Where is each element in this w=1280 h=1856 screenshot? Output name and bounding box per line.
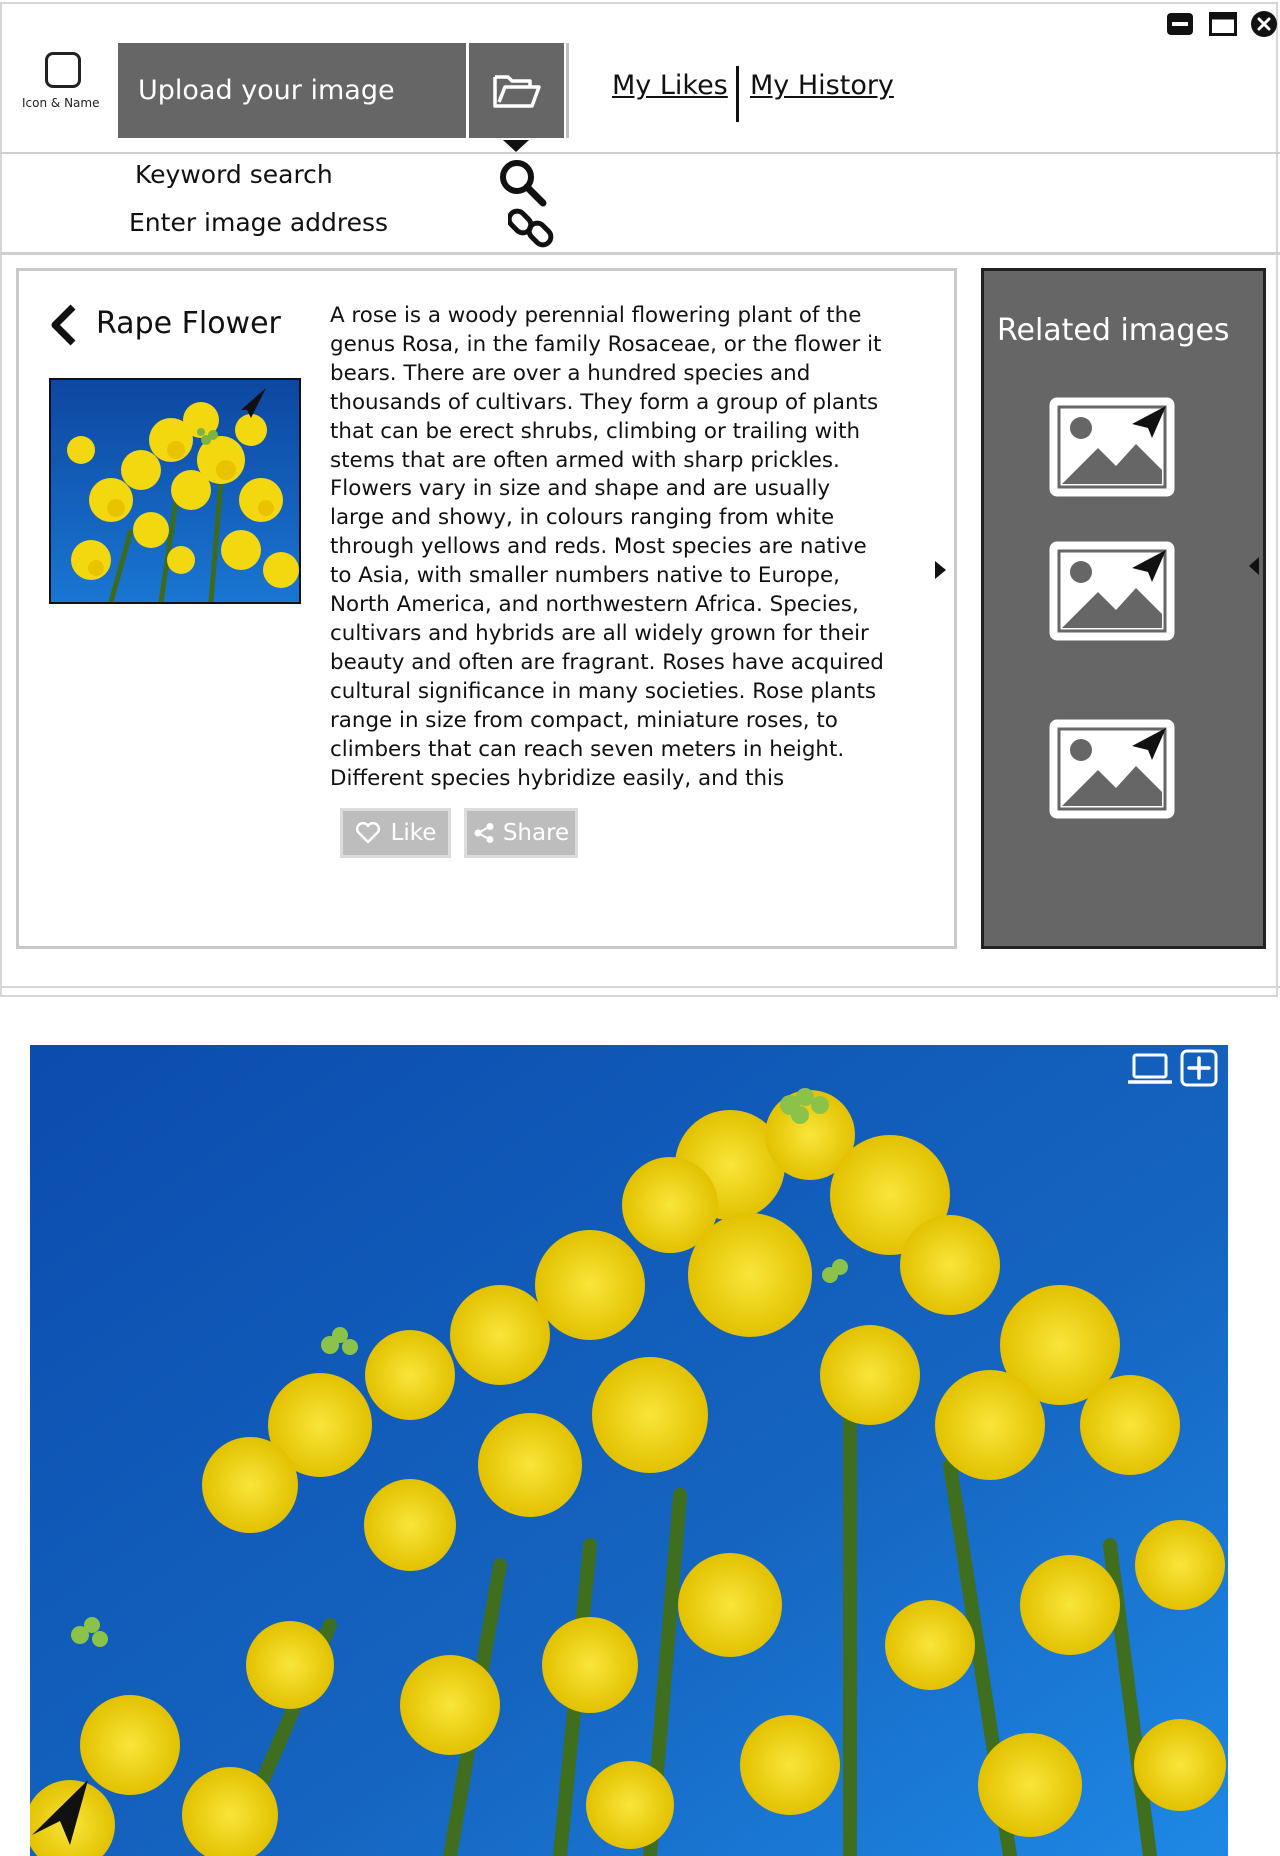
nav-my-history-link[interactable]: My History	[750, 70, 894, 101]
expand-right-arrow-icon[interactable]	[935, 561, 946, 579]
image-description: A rose is a woody perennial flowering pl…	[330, 303, 884, 791]
minimize-icon[interactable]	[1166, 12, 1194, 36]
browse-folder-button[interactable]	[469, 43, 564, 138]
search-icon[interactable]	[498, 158, 548, 208]
upload-options-dropdown-icon[interactable]	[503, 140, 529, 152]
image-title: Rape Flower	[96, 306, 281, 341]
header-divider	[0, 152, 1280, 154]
heart-icon	[355, 822, 380, 844]
image-thumbnail[interactable]	[49, 378, 301, 604]
folder-open-icon	[492, 74, 541, 108]
search-divider	[0, 252, 1280, 255]
collapse-left-arrow-icon[interactable]	[1249, 557, 1259, 575]
upload-image-button[interactable]: Upload your image	[118, 43, 466, 138]
app-logo-label: Icon & Name	[22, 96, 100, 110]
nav-divider	[736, 66, 739, 122]
close-icon[interactable]	[1250, 10, 1278, 38]
nav-my-likes-link[interactable]: My Likes	[612, 70, 728, 101]
related-images-title: Related images	[997, 313, 1230, 348]
image-placeholder-icon[interactable]	[1048, 396, 1176, 498]
laptop-icon[interactable]	[1128, 1052, 1172, 1086]
upload-image-label: Upload your image	[138, 75, 395, 106]
maximize-icon[interactable]	[1209, 12, 1237, 36]
rape-flower-full-image	[30, 1045, 1228, 1856]
like-button[interactable]: Like	[340, 808, 451, 858]
image-placeholder-icon[interactable]	[1048, 718, 1176, 820]
back-chevron-icon[interactable]	[46, 303, 80, 347]
app-logo-icon[interactable]	[45, 52, 81, 88]
image-placeholder-icon[interactable]	[1048, 540, 1176, 642]
keyword-search-input[interactable]: Keyword search	[135, 160, 333, 189]
share-button[interactable]: Share	[464, 808, 578, 858]
link-icon[interactable]	[508, 204, 556, 252]
full-size-image[interactable]	[30, 1045, 1228, 1856]
share-label: Share	[502, 820, 570, 846]
share-icon	[474, 823, 494, 843]
image-address-input[interactable]: Enter image address	[129, 208, 388, 237]
rape-flower-thumbnail-image	[51, 380, 299, 602]
bottom-divider	[0, 986, 1280, 988]
upload-separator	[566, 43, 569, 138]
like-label: Like	[390, 820, 437, 846]
add-icon[interactable]	[1180, 1049, 1218, 1087]
